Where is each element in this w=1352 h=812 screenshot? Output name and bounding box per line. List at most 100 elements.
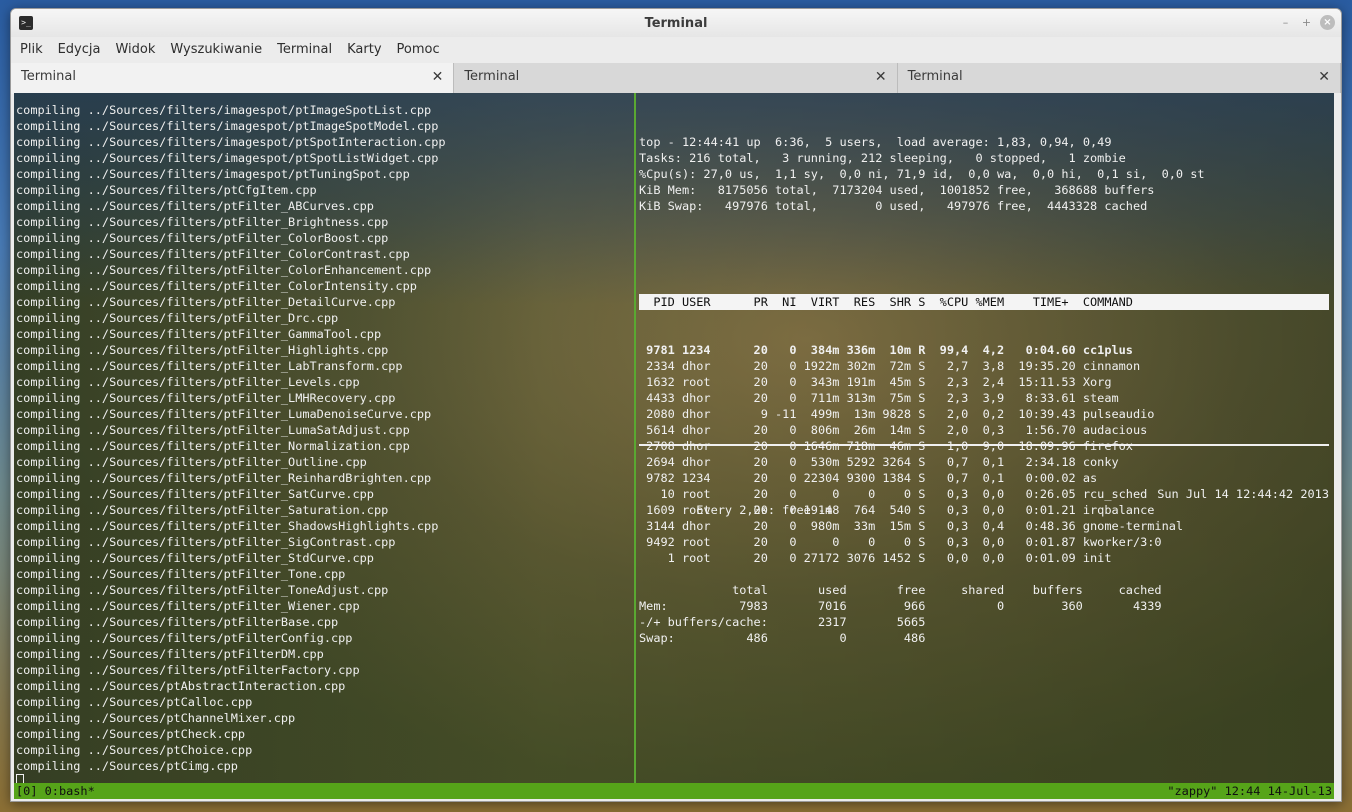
compile-line: compiling ../Sources/filters/ptCfgItem.c… [16,183,317,197]
tmux-window-list[interactable]: [0] 0:bash* [16,783,95,799]
compile-line: compiling ../Sources/filters/ptFilter_Lu… [16,407,432,421]
compile-line: compiling ../Sources/filters/ptFilter_Hi… [16,343,389,357]
menu-plik[interactable]: Plik [15,37,48,63]
tab-terminal-1[interactable]: Terminal ✕ [11,63,455,94]
compile-line: compiling ../Sources/filters/ptFilter_AB… [16,199,374,213]
compile-line: compiling ../Sources/ptChoice.cpp [16,743,253,757]
compile-line: compiling ../Sources/filters/ptFilter_De… [16,295,396,309]
tmux-status-bar: [0] 0:bash* "zappy" 12:44 14-Jul-13 [14,783,1334,799]
menu-wyszukiwanie[interactable]: Wyszukiwanie [165,37,267,63]
free-output: total used free shared buffers cached Mem… [639,582,1329,646]
compile-line: compiling ../Sources/filters/ptFilter_To… [16,583,389,597]
compile-line: compiling ../Sources/filters/ptFilter_No… [16,439,410,453]
process-row: 4433 dhor 20 0 711m 313m 75m S 2,3 3,9 8… [639,391,1119,405]
watch-pane[interactable]: Every 2,0s: free -m Sun Jul 14 12:44:42 … [639,454,1329,678]
compile-line: compiling ../Sources/filters/imagespot/p… [16,103,432,117]
tab-close-icon[interactable]: ✕ [1318,63,1330,91]
menu-edycja[interactable]: Edycja [53,37,106,63]
compile-line: compiling ../Sources/filters/ptFilterBas… [16,615,339,629]
compile-line: compiling ../Sources/ptCimg.cpp [16,759,238,773]
tmux-status-right: "zappy" 12:44 14-Jul-13 [1167,784,1332,798]
window-title: Terminal [644,15,708,31]
compile-line: compiling ../Sources/filters/imagespot/p… [16,151,439,165]
compile-line: compiling ../Sources/filters/ptFilter_Wi… [16,599,360,613]
top-summary-line: top - 12:44:41 up 6:36, 5 users, load av… [639,135,1112,149]
compile-line: compiling ../Sources/filters/ptFilterFac… [16,663,360,677]
compile-line: compiling ../Sources/filters/ptFilter_Sa… [16,503,389,517]
tab-terminal-2[interactable]: Terminal ✕ [454,63,898,93]
process-row: 5614 dhor 20 0 806m 26m 14m S 2,0 0,3 1:… [639,423,1148,437]
terminal-app-icon: >_ [19,16,33,30]
watch-header: Every 2,0s: free -m Sun Jul 14 12:44:42 … [639,486,1329,517]
compile-line: compiling ../Sources/filters/ptFilter_Ou… [16,455,367,469]
compile-line: compiling ../Sources/filters/ptFilterDM.… [16,647,324,661]
window-controls: – + × [1278,15,1335,30]
compile-line: compiling ../Sources/ptAbstractInteracti… [16,679,346,693]
compile-line: compiling ../Sources/filters/imagespot/p… [16,119,439,133]
tab-close-icon[interactable]: ✕ [432,63,444,91]
compile-line: compiling ../Sources/filters/ptFilter_St… [16,551,374,565]
compile-line: compiling ../Sources/ptCalloc.cpp [16,695,253,709]
compile-line: compiling ../Sources/filters/ptFilter_Co… [16,263,432,277]
compile-line: compiling ../Sources/filters/ptFilter_Co… [16,231,389,245]
menu-pomoc[interactable]: Pomoc [392,37,445,63]
free-line: -/+ buffers/cache: 2317 5665 [639,615,926,629]
watch-command: Every 2,0s: free -m [696,503,833,517]
compile-line: compiling ../Sources/filters/ptFilter_Ga… [16,327,382,341]
menu-terminal[interactable]: Terminal [272,37,337,63]
menu-karty[interactable]: Karty [342,37,386,63]
top-summary-line: KiB Swap: 497976 total, 0 used, 497976 f… [639,199,1148,213]
pane-divider[interactable] [634,93,636,783]
compile-line: compiling ../Sources/filters/ptFilter_Sh… [16,519,439,533]
free-line: Swap: 486 0 486 [639,631,926,645]
menu-bar: Plik Edycja Widok Wyszukiwanie Terminal … [11,37,1341,63]
watch-timestamp: Sun Jul 14 12:44:42 2013 [1157,487,1329,501]
compile-line: compiling ../Sources/filters/ptFilter_Co… [16,247,410,261]
compile-line: compiling ../Sources/filters/ptFilter_Re… [16,471,432,485]
compile-line: compiling ../Sources/filters/ptFilterCon… [16,631,353,645]
process-row: 2708 dhor 20 0 1646m 718m 46m S 1,0 9,0 … [639,439,1133,453]
tab-close-icon[interactable]: ✕ [875,63,887,91]
compile-line: compiling ../Sources/filters/ptFilter_Br… [16,215,389,229]
compile-line: compiling ../Sources/filters/ptFilter_Co… [16,279,417,293]
tab-label: Terminal [464,69,520,84]
top-summary: top - 12:44:41 up 6:36, 5 users, load av… [639,134,1329,214]
compile-line: compiling ../Sources/filters/ptFilter_Dr… [16,311,339,325]
compile-line: compiling ../Sources/filters/imagespot/p… [16,135,446,149]
tab-terminal-3[interactable]: Terminal ✕ [897,63,1341,93]
compile-line: compiling ../Sources/filters/ptFilter_To… [16,567,346,581]
terminal-window: >_ Terminal – + × Plik Edycja Widok Wysz… [10,8,1342,802]
compile-line: compiling ../Sources/filters/ptFilter_La… [16,359,403,373]
top-summary-line: %Cpu(s): 27,0 us, 1,1 sy, 0,0 ni, 71,9 i… [639,167,1205,181]
left-pane-compile-output[interactable]: compiling ../Sources/filters/imagespot/p… [16,102,631,792]
minimize-icon[interactable]: – [1278,15,1293,30]
tab-label: Terminal [907,69,963,84]
process-row: 1632 root 20 0 343m 191m 45m S 2,3 2,4 1… [639,375,1112,389]
process-row: 2334 dhor 20 0 1922m 302m 72m S 2,7 3,8 … [639,359,1141,373]
compile-line: compiling ../Sources/ptCheck.cpp [16,727,246,741]
top-summary-line: Tasks: 216 total, 3 running, 212 sleepin… [639,151,1126,165]
process-row: 2080 dhor 9 -11 499m 13m 9828 S 2,0 0,2 … [639,407,1155,421]
compile-line: compiling ../Sources/filters/imagespot/p… [16,167,410,181]
compile-line: compiling ../Sources/filters/ptFilter_Lu… [16,423,410,437]
compile-line: compiling ../Sources/filters/ptFilter_Le… [16,375,360,389]
tab-label: Terminal [21,69,76,84]
free-line: total used free shared buffers cached [639,583,1162,597]
compile-line: compiling ../Sources/filters/ptFilter_Sa… [16,487,374,501]
process-row: 9781 1234 20 0 384m 336m 10m R 99,4 4,2 … [639,343,1133,357]
free-line: Mem: 7983 7016 966 0 360 4339 [639,599,1162,613]
compile-line: compiling ../Sources/filters/ptFilter_LM… [16,391,396,405]
menu-widok[interactable]: Widok [110,37,160,63]
title-bar[interactable]: >_ Terminal – + × [11,9,1341,37]
terminal-area[interactable]: compiling ../Sources/filters/imagespot/p… [14,93,1334,799]
compile-line: compiling ../Sources/filters/ptFilter_Si… [16,535,396,549]
compile-line: compiling ../Sources/ptChannelMixer.cpp [16,711,296,725]
close-icon[interactable]: × [1320,15,1335,30]
top-summary-line: KiB Mem: 8175056 total, 7173204 used, 10… [639,183,1155,197]
tab-bar: Terminal ✕ Terminal ✕ Terminal ✕ [11,63,1341,94]
maximize-icon[interactable]: + [1299,15,1314,30]
top-column-header: PID USER PR NI VIRT RES SHR S %CPU %MEM … [639,294,1329,310]
pane-separator [639,444,1329,446]
